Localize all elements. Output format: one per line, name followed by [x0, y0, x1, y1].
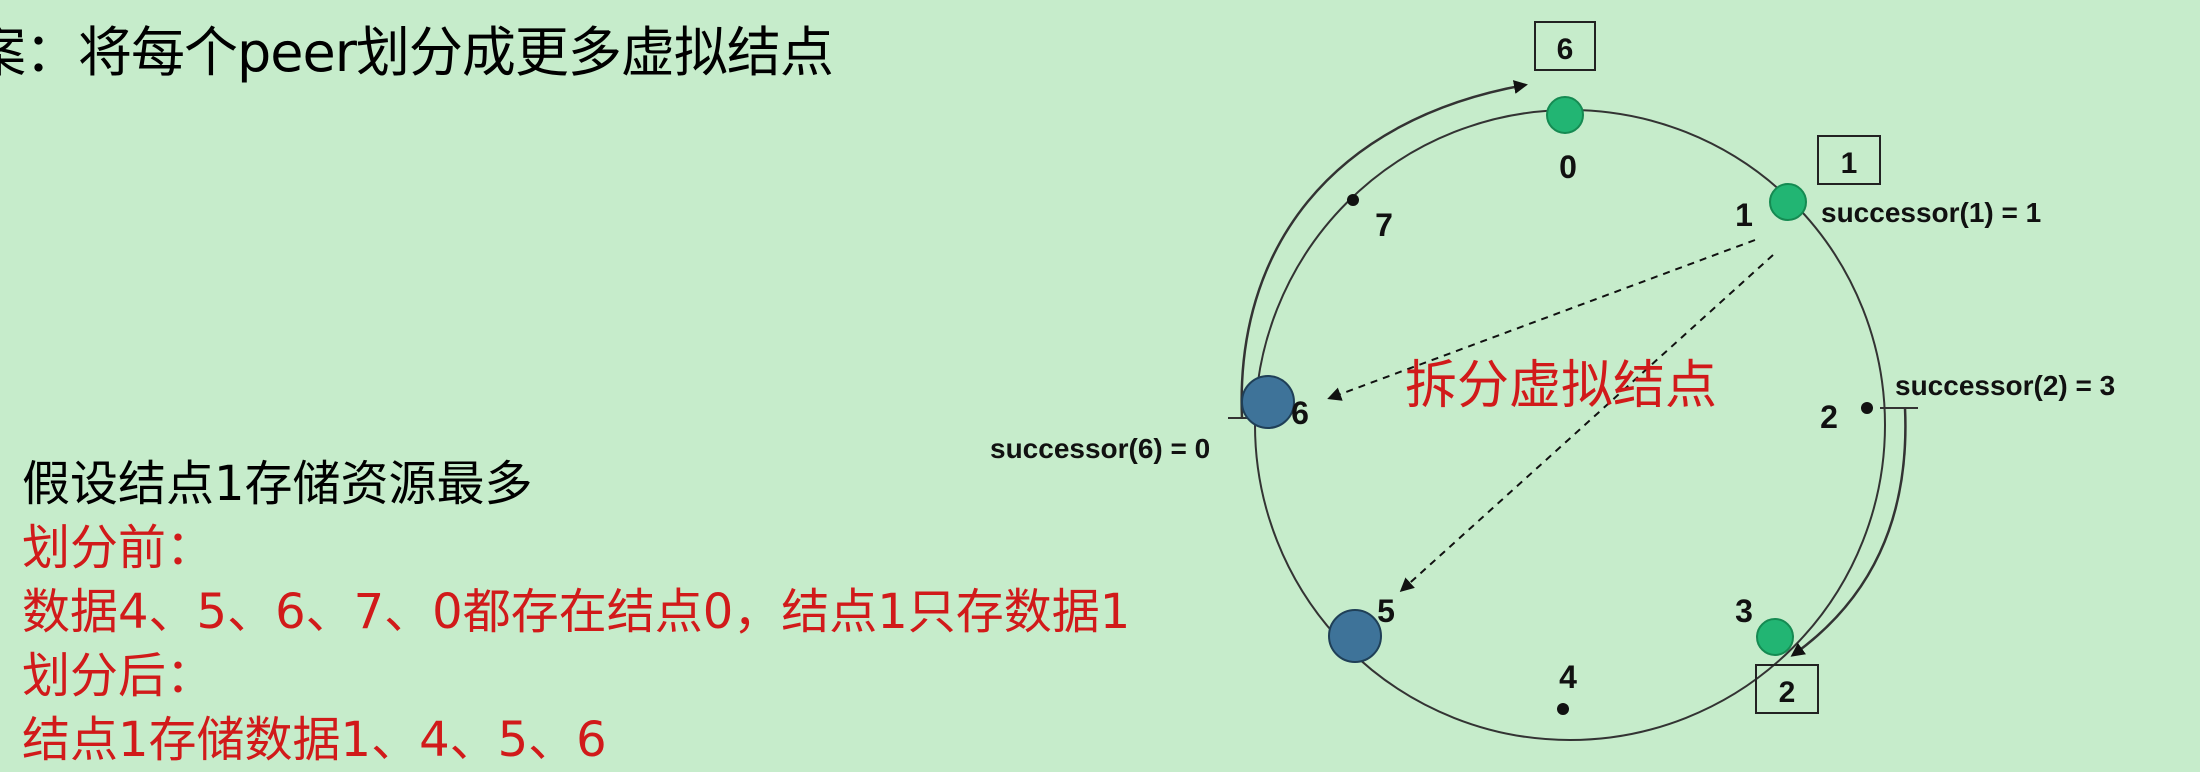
successor-1-label: successor(1) = 1 — [1821, 197, 2041, 228]
split-virtual-nodes-label: 拆分虚拟结点 — [1405, 356, 1717, 416]
box-right-label: 1 — [1841, 147, 1858, 180]
node-1 — [1769, 183, 1807, 221]
label-2: 2 — [1820, 399, 1838, 435]
label-6: 6 — [1291, 395, 1309, 431]
node-0 — [1546, 96, 1584, 134]
chord-ring-diagram: 6 1 2 0 1 2 3 4 5 6 7 successor(1) = 1 s… — [990, 21, 2115, 741]
box-bottom-label: 2 — [1779, 676, 1796, 709]
position-dot-7 — [1347, 194, 1359, 206]
node-3 — [1756, 618, 1794, 656]
box-top-label: 6 — [1557, 33, 1574, 66]
label-7: 7 — [1375, 207, 1393, 243]
virtual-node-6 — [1241, 375, 1295, 429]
label-5: 5 — [1377, 593, 1395, 629]
position-dot-4 — [1557, 703, 1569, 715]
label-3: 3 — [1735, 593, 1753, 629]
position-dot-2 — [1861, 402, 1873, 414]
split-arrow-to-5 — [1399, 254, 1774, 593]
label-1: 1 — [1735, 197, 1753, 233]
label-0: 0 — [1559, 149, 1577, 185]
successor-2-label: successor(2) = 3 — [1895, 370, 2115, 401]
arc-2-to-3 — [1790, 407, 1907, 657]
label-4: 4 — [1559, 659, 1577, 695]
successor-6-label: successor(6) = 0 — [990, 433, 1210, 464]
virtual-node-5 — [1328, 609, 1382, 663]
